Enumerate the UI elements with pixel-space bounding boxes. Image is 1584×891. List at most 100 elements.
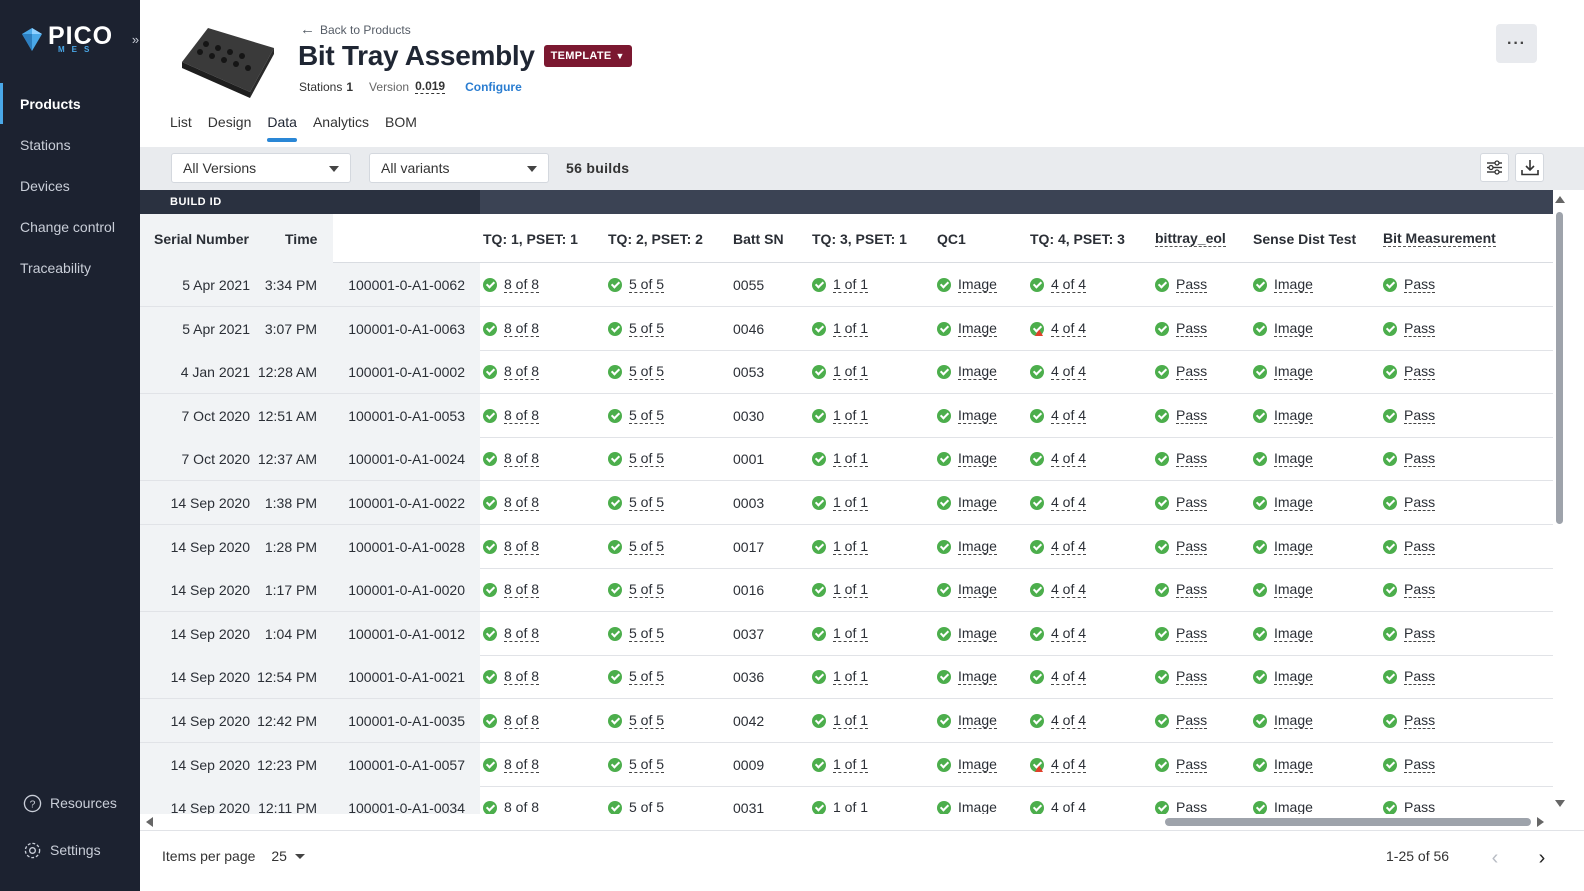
items-per-page-select[interactable]: 25	[271, 848, 305, 864]
row-tq1-result[interactable]: 8 of 8	[504, 712, 540, 729]
table-row[interactable]: 5 Apr 2021 3:07 PM 100001-0-A1-0063 8 of 8 5…	[140, 307, 1553, 351]
row-bit-measurement-result[interactable]: Pass	[1404, 276, 1436, 293]
row-tq1-result[interactable]: 8 of 8	[504, 363, 540, 380]
row-build-id[interactable]: 100001-0-A1-0053	[348, 408, 465, 424]
row-tq2-result[interactable]: 5 of 5	[629, 276, 665, 293]
table-row[interactable]: 14 Sep 2020 1:17 PM 100001-0-A1-0020 8 of 8…	[140, 568, 1553, 612]
row-tq4-result[interactable]: 4 of 4	[1051, 276, 1087, 293]
row-bit-measurement-result[interactable]: Pass	[1404, 538, 1436, 555]
row-tq1-result[interactable]: 8 of 8	[504, 320, 540, 337]
row-sense-dist-image[interactable]: Image	[1274, 625, 1313, 642]
column-header-bit-measurement[interactable]: Bit Measurement	[1383, 214, 1496, 263]
row-tq1-result[interactable]: 8 of 8	[504, 538, 540, 555]
template-badge-dropdown[interactable]: TEMPLATE ▼	[543, 45, 632, 67]
column-header-tq4[interactable]: TQ: 4, PSET: 3	[1030, 214, 1125, 263]
row-bittray-eol-result[interactable]: Pass	[1176, 407, 1208, 424]
download-button[interactable]	[1515, 153, 1544, 182]
row-tq3-result[interactable]: 1 of 1	[833, 668, 869, 685]
row-bit-measurement-result[interactable]: Pass	[1404, 494, 1436, 511]
table-row[interactable]: 14 Sep 2020 12:23 PM 100001-0-A1-0057 8 of …	[140, 743, 1553, 787]
table-row[interactable]: 14 Sep 2020 1:28 PM 100001-0-A1-0028 8 of 8…	[140, 525, 1553, 569]
row-tq2-result[interactable]: 5 of 5	[629, 581, 665, 598]
tab-bom[interactable]: BOM	[385, 114, 417, 142]
column-header-tq1[interactable]: TQ: 1, PSET: 1	[483, 214, 578, 263]
row-tq4-result[interactable]: 4 of 4	[1051, 712, 1087, 729]
row-tq2-result[interactable]: 5 of 5	[629, 407, 665, 424]
row-tq3-result[interactable]: 1 of 1	[833, 450, 869, 467]
scroll-right-icon[interactable]	[1537, 817, 1544, 827]
row-tq3-result[interactable]: 1 of 1	[833, 581, 869, 598]
row-tq1-result[interactable]: 8 of 8	[504, 756, 540, 773]
row-tq4-result[interactable]: 4 of 4	[1051, 581, 1087, 598]
sidebar-item-products[interactable]: Products	[0, 83, 140, 124]
row-qc1-image[interactable]: Image	[958, 450, 997, 467]
row-tq3-result[interactable]: 1 of 1	[833, 363, 869, 380]
back-to-products-link[interactable]: ← Back to Products	[300, 21, 411, 38]
table-row[interactable]: 5 Apr 2021 3:34 PM 100001-0-A1-0062 8 of 8 5…	[140, 263, 1553, 307]
vertical-scrollbar[interactable]	[1553, 190, 1567, 816]
sidebar-item-resources[interactable]: ? Resources	[0, 792, 140, 814]
row-tq2-result[interactable]: 5 of 5	[629, 712, 665, 729]
row-tq2-result[interactable]: 5 of 5	[629, 450, 665, 467]
row-tq1-result[interactable]: 8 of 8	[504, 668, 540, 685]
row-bit-measurement-result[interactable]: Pass	[1404, 320, 1436, 337]
row-tq1-result[interactable]: 8 of 8	[504, 625, 540, 642]
row-tq3-result[interactable]: 1 of 1	[833, 276, 869, 293]
row-bittray-eol-result[interactable]: Pass	[1176, 756, 1208, 773]
pico-mes-logo[interactable]: PICO MES	[20, 24, 113, 54]
row-tq2-result[interactable]: 5 of 5	[629, 363, 665, 380]
row-tq1-result[interactable]: 8 of 8	[504, 581, 540, 598]
row-tq3-result[interactable]: 1 of 1	[833, 494, 869, 511]
sidebar-item-traceability[interactable]: Traceability	[0, 247, 140, 288]
column-header-tq2[interactable]: TQ: 2, PSET: 2	[608, 214, 703, 263]
horizontal-scroll-thumb[interactable]	[1165, 818, 1531, 826]
table-row[interactable]: 4 Jan 2021 12:28 AM 100001-0-A1-0002 8 of 8…	[140, 350, 1553, 394]
row-bittray-eol-result[interactable]: Pass	[1176, 538, 1208, 555]
row-tq2-result[interactable]: 5 of 5	[629, 668, 665, 685]
row-tq3-result[interactable]: 1 of 1	[833, 625, 869, 642]
column-header-time[interactable]: Time	[285, 214, 317, 263]
column-header-sense-dist-test[interactable]: Sense Dist Test	[1253, 214, 1356, 263]
row-tq4-result[interactable]: 4 of 4	[1051, 494, 1087, 511]
tab-data[interactable]: Data	[267, 114, 297, 142]
row-bittray-eol-result[interactable]: Pass	[1176, 320, 1208, 337]
table-row[interactable]: 14 Sep 2020 12:11 PM 100001-0-A1-0034 8 of …	[140, 786, 1553, 816]
row-tq3-result[interactable]: 1 of 1	[833, 712, 869, 729]
next-page-button[interactable]: ›	[1527, 843, 1557, 873]
row-bittray-eol-result[interactable]: Pass	[1176, 450, 1208, 467]
row-qc1-image[interactable]: Image	[958, 756, 997, 773]
row-bittray-eol-result[interactable]: Pass	[1176, 668, 1208, 685]
row-qc1-image[interactable]: Image	[958, 581, 997, 598]
table-row[interactable]: 7 Oct 2020 12:37 AM 100001-0-A1-0024 8 of 8…	[140, 437, 1553, 481]
row-tq2-result[interactable]: 5 of 5	[629, 756, 665, 773]
tab-analytics[interactable]: Analytics	[313, 114, 369, 142]
row-qc1-image[interactable]: Image	[958, 625, 997, 642]
row-build-id[interactable]: 100001-0-A1-0057	[348, 757, 465, 773]
row-sense-dist-image[interactable]: Image	[1274, 581, 1313, 598]
row-sense-dist-image[interactable]: Image	[1274, 712, 1313, 729]
row-tq3-result[interactable]: 1 of 1	[833, 320, 869, 337]
row-tq2-result[interactable]: 5 of 5	[629, 538, 665, 555]
row-bittray-eol-result[interactable]: Pass	[1176, 363, 1208, 380]
row-build-id[interactable]: 100001-0-A1-0022	[348, 495, 465, 511]
row-qc1-image[interactable]: Image	[958, 538, 997, 555]
row-bittray-eol-result[interactable]: Pass	[1176, 494, 1208, 511]
more-options-button[interactable]: ···	[1496, 24, 1537, 63]
row-tq1-result[interactable]: 8 of 8	[504, 450, 540, 467]
row-tq4-result[interactable]: 4 of 4	[1051, 363, 1087, 380]
row-build-id[interactable]: 100001-0-A1-0028	[348, 539, 465, 555]
row-tq4-result[interactable]: 4 of 4	[1051, 320, 1087, 337]
row-tq2-result[interactable]: 5 of 5	[629, 625, 665, 642]
row-bittray-eol-result[interactable]: Pass	[1176, 276, 1208, 293]
row-build-id[interactable]: 100001-0-A1-0012	[348, 626, 465, 642]
configure-link[interactable]: Configure	[465, 80, 522, 94]
row-tq4-result[interactable]: 4 of 4	[1051, 625, 1087, 642]
row-sense-dist-image[interactable]: Image	[1274, 668, 1313, 685]
row-bit-measurement-result[interactable]: Pass	[1404, 581, 1436, 598]
row-build-id[interactable]: 100001-0-A1-0035	[348, 713, 465, 729]
column-header-serial-number[interactable]: Serial Number	[154, 214, 249, 263]
tab-list[interactable]: List	[170, 114, 192, 142]
row-tq2-result[interactable]: 5 of 5	[629, 320, 665, 337]
column-header-batt-sn[interactable]: Batt SN	[733, 214, 784, 263]
row-sense-dist-image[interactable]: Image	[1274, 407, 1313, 424]
